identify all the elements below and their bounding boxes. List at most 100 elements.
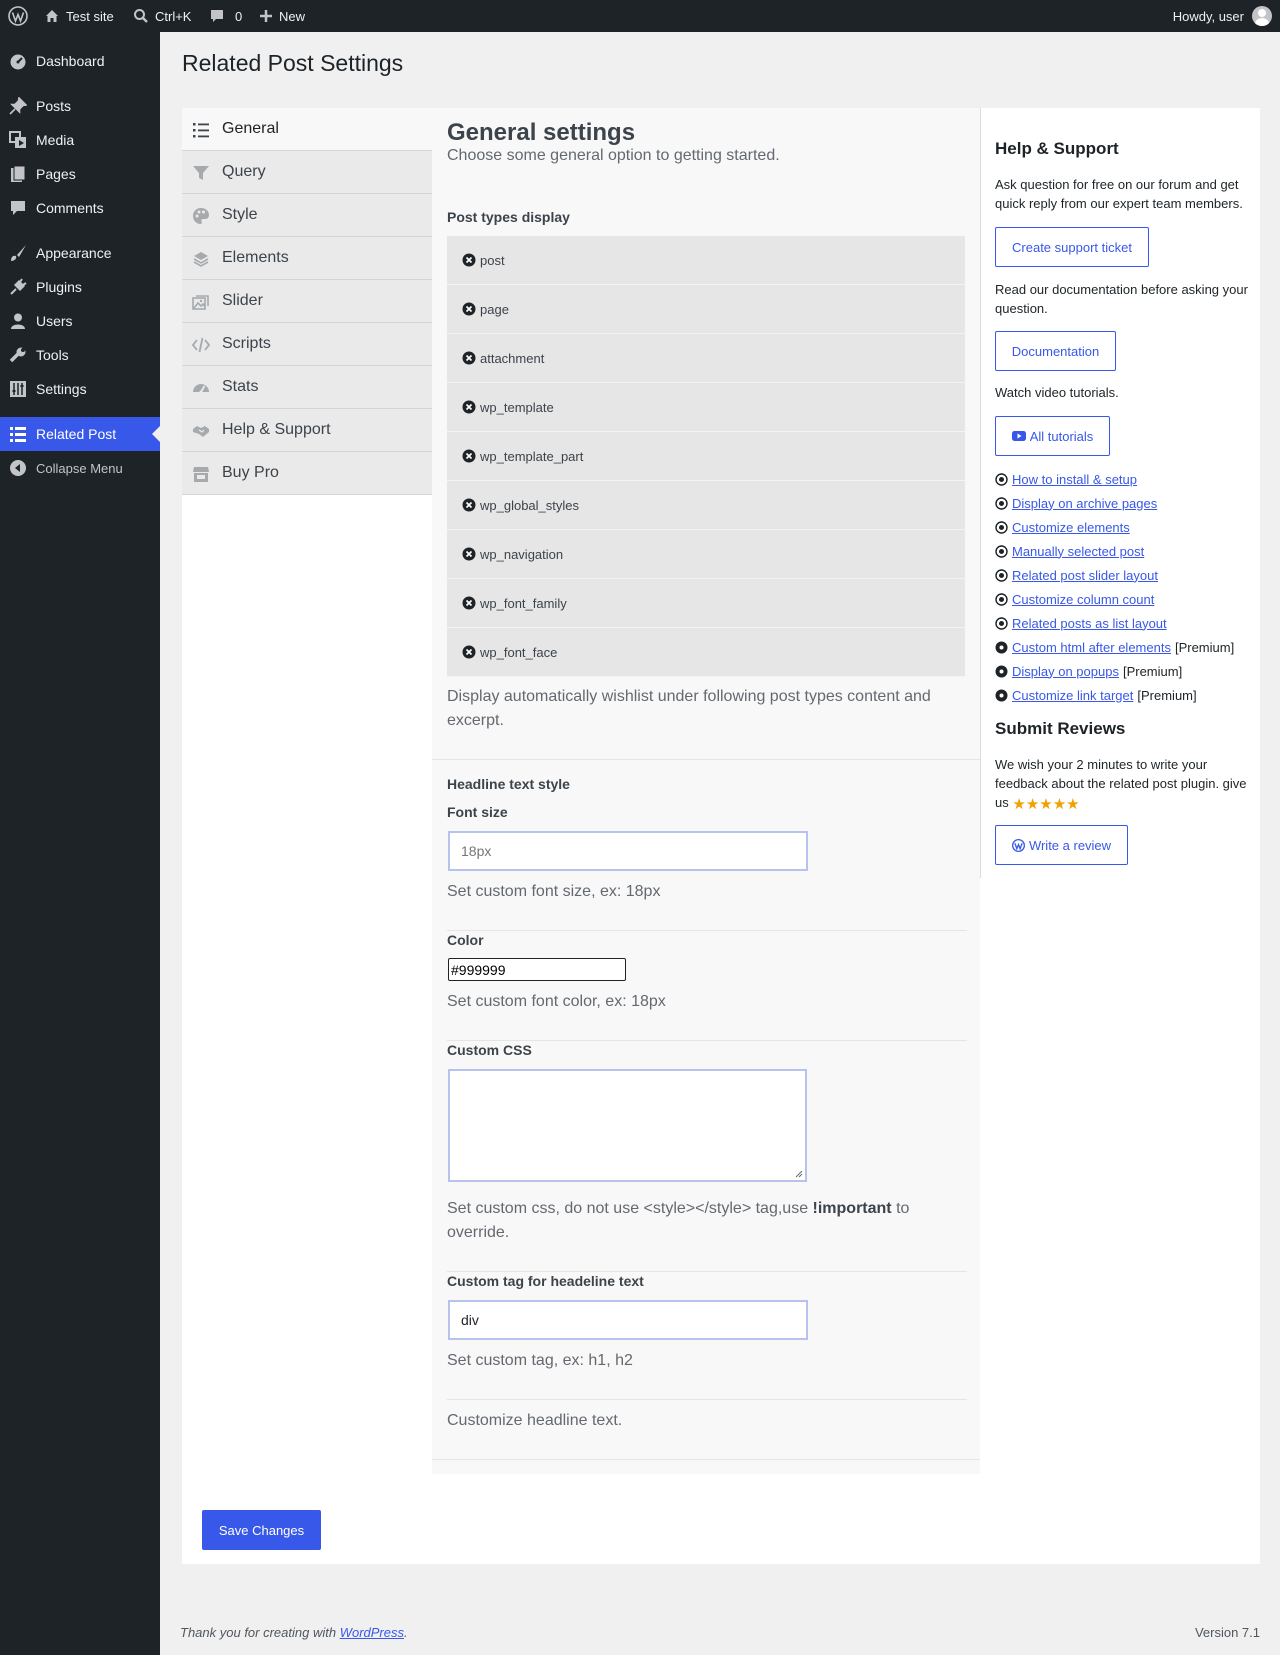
- post-type-item[interactable]: wp_global_styles: [447, 481, 965, 530]
- remove-icon[interactable]: [462, 351, 476, 365]
- list-item: How to install & setup: [995, 467, 1265, 491]
- post-type-label: wp_template: [480, 399, 554, 415]
- menu-item-appearance[interactable]: Appearance: [0, 236, 160, 270]
- font-size-input[interactable]: [448, 831, 808, 871]
- custom-css-textarea[interactable]: [448, 1069, 807, 1182]
- tab-query[interactable]: Query: [182, 151, 432, 194]
- search-shortcut: Ctrl+K: [155, 8, 192, 24]
- tutorial-link[interactable]: Customize link target: [1012, 688, 1133, 703]
- tutorial-link[interactable]: Related posts as list layout: [1012, 616, 1167, 631]
- post-type-item[interactable]: page: [447, 285, 965, 334]
- list-item: Display on popups [Premium]: [995, 659, 1265, 683]
- remove-icon[interactable]: [462, 302, 476, 316]
- remove-icon[interactable]: [462, 253, 476, 267]
- color-input[interactable]: #999999: [448, 958, 626, 981]
- tutorial-list: How to install & setup Display on archiv…: [995, 467, 1265, 707]
- tutorial-link[interactable]: Display on popups: [1012, 664, 1119, 679]
- wordpress-logo-icon[interactable]: [8, 0, 34, 32]
- menu-item-settings[interactable]: Settings: [0, 372, 160, 406]
- headline-section-label: Headline text style: [447, 776, 570, 792]
- documentation-button[interactable]: Documentation: [995, 331, 1116, 371]
- media-icon: [9, 131, 26, 148]
- resize-grip-icon[interactable]: [795, 1170, 803, 1178]
- site-name-link[interactable]: Test site: [44, 0, 114, 32]
- radio-dot-icon: [995, 520, 1008, 534]
- remove-icon[interactable]: [462, 547, 476, 561]
- all-tutorials-button[interactable]: All tutorials: [995, 416, 1110, 456]
- remove-icon[interactable]: [462, 645, 476, 659]
- tab-stats[interactable]: Stats: [182, 366, 432, 409]
- sliders-icon: [10, 381, 26, 397]
- remove-icon[interactable]: [462, 596, 476, 610]
- tutorial-link[interactable]: Customize elements: [1012, 520, 1130, 535]
- tab-help-support[interactable]: Help & Support: [182, 409, 432, 452]
- menu-item-pages[interactable]: Pages: [0, 157, 160, 191]
- rating-stars: ★ ★ ★ ★ ★: [1012, 797, 1079, 812]
- filled-dot-icon: [995, 641, 1008, 653]
- footer-thanks-text: Thank you for creating with: [180, 1625, 340, 1640]
- menu-item-plugins[interactable]: Plugins: [0, 270, 160, 304]
- tab-slider[interactable]: Slider: [182, 280, 432, 323]
- post-type-item[interactable]: wp_navigation: [447, 530, 965, 579]
- menu-item-dashboard[interactable]: Dashboard: [0, 44, 160, 78]
- menu-item-users[interactable]: Users: [0, 304, 160, 338]
- custom-css-help-text: Set custom css, do not use <style></styl…: [447, 1200, 813, 1217]
- tab-buy-pro[interactable]: Buy Pro: [182, 452, 432, 495]
- separator: [447, 1271, 967, 1272]
- separator: [447, 930, 967, 931]
- premium-tag: [Premium]: [1174, 639, 1235, 655]
- post-type-item[interactable]: wp_font_face: [447, 628, 965, 677]
- menu-item-related-post[interactable]: Related Post: [0, 417, 160, 451]
- new-content-link[interactable]: New: [259, 0, 305, 32]
- separator: [447, 1040, 967, 1041]
- star-icon: ★: [1012, 796, 1026, 813]
- tab-label: Buy Pro: [222, 464, 279, 481]
- filled-dot-icon: [995, 689, 1008, 701]
- post-type-item[interactable]: attachment: [447, 334, 965, 383]
- menu-item-tools[interactable]: Tools: [0, 338, 160, 372]
- list-icon: [193, 123, 209, 138]
- post-type-item[interactable]: wp_font_family: [447, 579, 965, 628]
- font-size-help: Set custom font size, ex: 18px: [447, 883, 661, 900]
- tab-style[interactable]: Style: [182, 194, 432, 237]
- radio-dot-icon: [995, 592, 1008, 606]
- collapse-menu-button[interactable]: Collapse Menu: [0, 451, 160, 485]
- custom-tag-input[interactable]: div: [448, 1300, 808, 1340]
- remove-icon[interactable]: [462, 449, 476, 463]
- tab-general[interactable]: General: [182, 108, 432, 151]
- remove-icon[interactable]: [462, 498, 476, 512]
- tutorial-link[interactable]: Related post slider layout: [1012, 568, 1158, 583]
- tab-scripts[interactable]: Scripts: [182, 323, 432, 366]
- tutorial-link[interactable]: Custom html after elements: [1012, 640, 1171, 655]
- search-link[interactable]: Ctrl+K: [133, 0, 191, 32]
- menu-item-posts[interactable]: Posts: [0, 89, 160, 123]
- post-type-item[interactable]: wp_template_part: [447, 432, 965, 481]
- remove-icon[interactable]: [462, 400, 476, 414]
- save-changes-button[interactable]: Save Changes: [202, 1510, 321, 1550]
- tab-elements[interactable]: Elements: [182, 237, 432, 280]
- tutorial-link[interactable]: Manually selected post: [1012, 544, 1144, 559]
- tab-label: Stats: [222, 378, 259, 395]
- menu-item-comments[interactable]: Comments: [0, 191, 160, 225]
- menu-item-media[interactable]: Media: [0, 123, 160, 157]
- tutorial-link[interactable]: Display on archive pages: [1012, 496, 1157, 511]
- comments-link[interactable]: 0: [209, 0, 242, 32]
- write-review-button[interactable]: Write a review: [995, 825, 1128, 865]
- star-icon: ★: [1039, 796, 1053, 813]
- menu-item-label: Media: [36, 132, 75, 148]
- post-type-item[interactable]: wp_template: [447, 383, 965, 432]
- plus-icon: [260, 10, 272, 22]
- tutorial-link[interactable]: How to install & setup: [1012, 472, 1137, 487]
- collapse-icon: [10, 460, 26, 476]
- post-type-label: wp_font_face: [480, 644, 558, 660]
- account-link[interactable]: Howdy, user: [1173, 0, 1272, 32]
- palette-icon: [193, 208, 209, 224]
- wordpress-link[interactable]: WordPress: [340, 1625, 404, 1640]
- write-review-label: Write a review: [1028, 837, 1112, 853]
- post-type-item[interactable]: post: [447, 236, 965, 285]
- create-support-ticket-button[interactable]: Create support ticket: [995, 227, 1149, 267]
- separator: [432, 1459, 980, 1460]
- tutorial-link[interactable]: Customize column count: [1012, 592, 1154, 607]
- handshake-icon: [193, 426, 209, 437]
- tab-label: General: [222, 120, 279, 137]
